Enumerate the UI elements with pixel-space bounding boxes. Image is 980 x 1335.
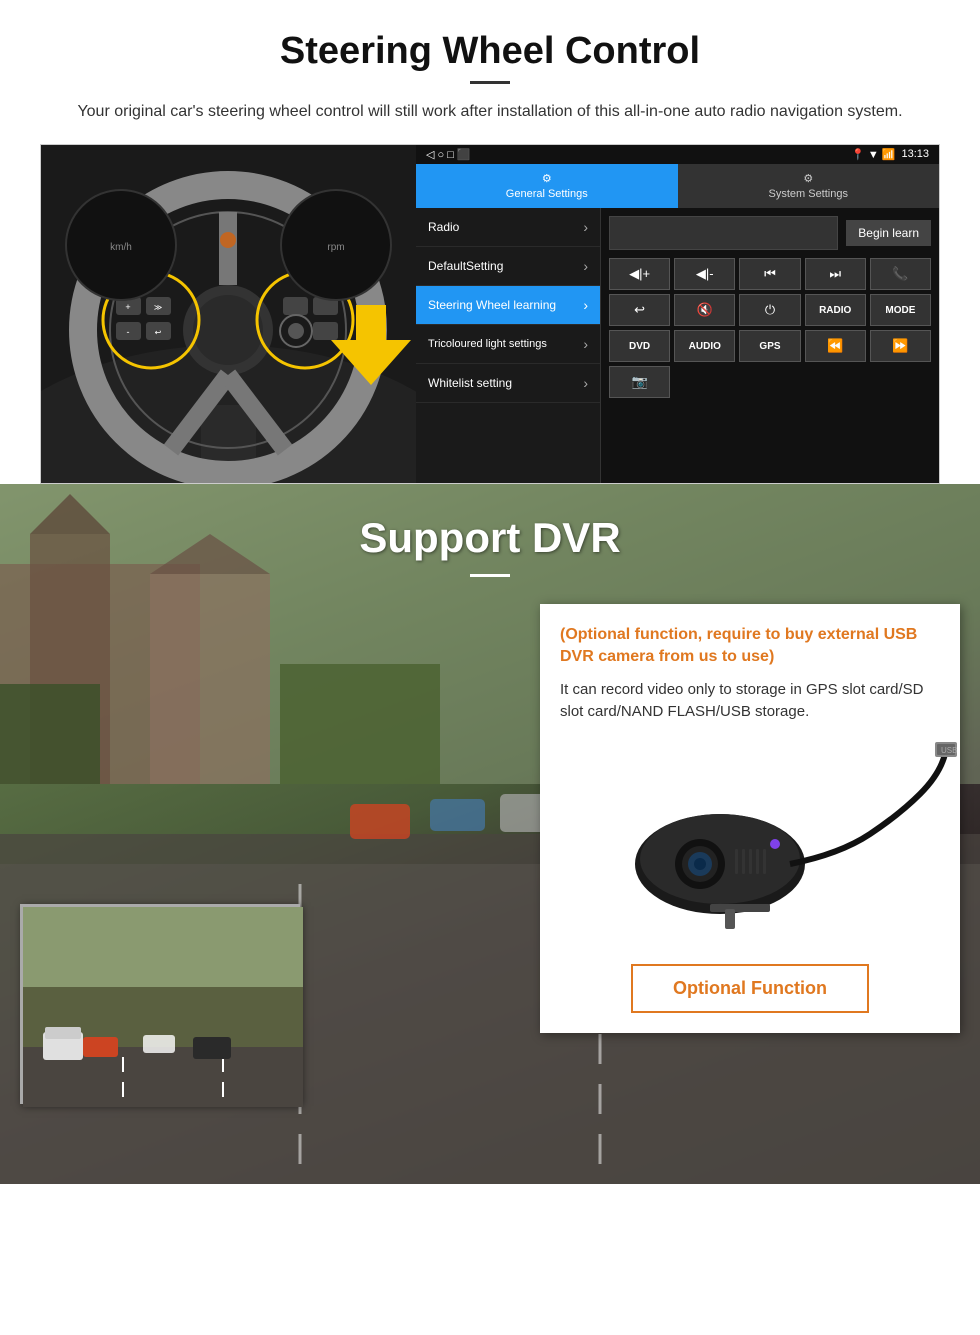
- system-icon: ⚙: [803, 172, 813, 185]
- dvr-camera-svg: USB: [560, 734, 960, 954]
- ctrl-back[interactable]: ↩: [609, 294, 670, 326]
- ctrl-gps[interactable]: GPS: [739, 330, 800, 362]
- ctrl-next-track[interactable]: ⏭: [805, 258, 866, 290]
- clock: 13:13: [901, 148, 929, 161]
- dvr-background: Support DVR (Optional: [0, 484, 980, 1184]
- chevron-right-icon: ›: [583, 258, 588, 274]
- chevron-right-icon: ›: [583, 219, 588, 235]
- tab-system-settings[interactable]: ⚙ System Settings: [678, 164, 940, 208]
- menu-label-whitelist: Whitelist setting: [428, 376, 512, 390]
- screenshot-area: + ≫ - ↩ km/h rpm: [40, 144, 940, 484]
- begin-learn-button[interactable]: Begin learn: [846, 220, 931, 246]
- ctrl-audio[interactable]: AUDIO: [674, 330, 735, 362]
- ctrl-prev-track[interactable]: ⏮: [739, 258, 800, 290]
- ctrl-fastfwd[interactable]: ⏩: [870, 330, 931, 362]
- ctrl-radio[interactable]: RADIO: [805, 294, 866, 326]
- svg-text:USB: USB: [941, 746, 957, 755]
- menu-item-radio[interactable]: Radio ›: [416, 208, 600, 247]
- svg-text:km/h: km/h: [110, 242, 132, 253]
- ctrl-rewind[interactable]: ⏪: [805, 330, 866, 362]
- subtitle-text: Your original car's steering wheel contr…: [40, 100, 940, 124]
- dvr-thumbnail-svg: [23, 907, 303, 1107]
- status-bar: ◁ ○ □ ⬛ 📍 ▼ 📶 13:13: [416, 145, 939, 164]
- ctrl-dvd[interactable]: DVD: [609, 330, 670, 362]
- android-ui: ◁ ○ □ ⬛ 📍 ▼ 📶 13:13 ⚙ General Settings ⚙…: [416, 145, 939, 483]
- menu-label-steering: Steering Wheel learning: [428, 298, 556, 312]
- tab-general-settings[interactable]: ⚙ General Settings: [416, 164, 678, 208]
- menu-label-tricoloured: Tricoloured light settings: [428, 338, 547, 350]
- tab-general-label: General Settings: [506, 188, 588, 200]
- gear-icon: ⚙: [542, 172, 552, 185]
- ctrl-phone[interactable]: 📞: [870, 258, 931, 290]
- menu-item-default[interactable]: DefaultSetting ›: [416, 247, 600, 286]
- chevron-right-icon: ›: [583, 375, 588, 391]
- android-menu: Radio › DefaultSetting › Steering Wheel …: [416, 208, 601, 483]
- chevron-right-icon: ›: [583, 336, 588, 352]
- svg-text:rpm: rpm: [327, 242, 344, 253]
- begin-learn-row: Begin learn: [609, 216, 931, 250]
- ctrl-power[interactable]: ⏻: [739, 294, 800, 326]
- android-tabs: ⚙ General Settings ⚙ System Settings: [416, 164, 939, 208]
- optional-btn-container: Optional Function: [560, 964, 940, 1013]
- svg-text:≫: ≫: [154, 303, 162, 312]
- dvr-optional-text: (Optional function, require to buy exter…: [560, 624, 940, 669]
- menu-item-steering[interactable]: Steering Wheel learning ›: [416, 286, 600, 325]
- dvr-title-divider: [470, 574, 510, 577]
- section-dvr: Support DVR (Optional: [0, 484, 980, 1184]
- section-steering-wheel: Steering Wheel Control Your original car…: [0, 0, 980, 484]
- ctrl-vol-up[interactable]: ◀|+: [609, 258, 670, 290]
- dvr-title: Support DVR: [0, 514, 980, 562]
- svg-text:+: +: [125, 302, 130, 312]
- ctrl-camera[interactable]: 📷: [609, 366, 670, 398]
- android-right-panel: Begin learn ◀|+ ◀|- ⏮ ⏭ 📞 ↩ 🔇 ⏻ RADIO MO…: [601, 208, 939, 483]
- ctrl-vol-down[interactable]: ◀|-: [674, 258, 735, 290]
- ctrl-mute[interactable]: 🔇: [674, 294, 735, 326]
- dvr-camera-product: USB: [560, 734, 940, 954]
- chevron-right-icon: ›: [583, 297, 588, 313]
- dvr-info-card: (Optional function, require to buy exter…: [540, 604, 960, 1033]
- ctrl-mode[interactable]: MODE: [870, 294, 931, 326]
- menu-item-tricoloured[interactable]: Tricoloured light settings ›: [416, 325, 600, 364]
- menu-label-radio: Radio: [428, 220, 459, 234]
- optional-function-button[interactable]: Optional Function: [631, 964, 869, 1013]
- menu-item-whitelist[interactable]: Whitelist setting ›: [416, 364, 600, 403]
- page-title: Steering Wheel Control: [40, 30, 940, 73]
- svg-text:-: -: [127, 327, 130, 337]
- learn-input[interactable]: [609, 216, 838, 250]
- steering-wheel-svg: + ≫ - ↩ km/h rpm: [41, 145, 416, 484]
- dvr-storage-text: It can record video only to storage in G…: [560, 679, 940, 724]
- tab-system-label: System Settings: [769, 188, 848, 200]
- svg-text:↩: ↩: [155, 328, 162, 337]
- android-content: Radio › DefaultSetting › Steering Wheel …: [416, 208, 939, 483]
- menu-label-default: DefaultSetting: [428, 259, 503, 273]
- steering-wheel-photo: + ≫ - ↩ km/h rpm: [41, 145, 416, 484]
- dvr-thumbnail-preview: [20, 904, 300, 1104]
- control-grid: ◀|+ ◀|- ⏮ ⏭ 📞 ↩ 🔇 ⏻ RADIO MODE DVD AUDIO…: [609, 258, 931, 398]
- status-icons: 📍 ▼ 📶: [851, 148, 895, 161]
- title-divider: [470, 81, 510, 84]
- nav-icons: ◁ ○ □ ⬛: [426, 148, 471, 161]
